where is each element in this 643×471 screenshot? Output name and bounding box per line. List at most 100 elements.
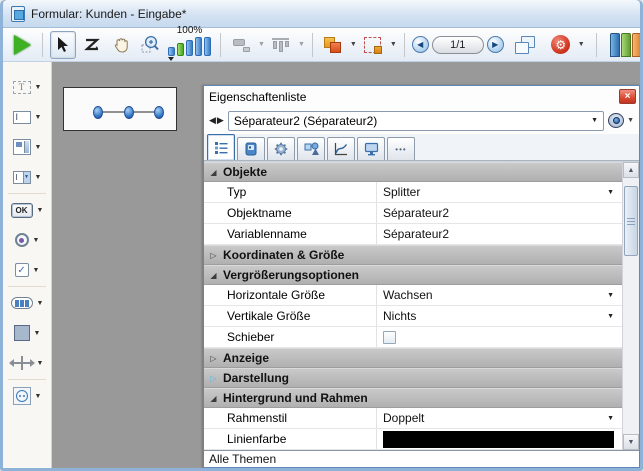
dropdown-arrow-icon[interactable]: ▼: [33, 267, 40, 274]
align-objects-button[interactable]: [228, 31, 254, 59]
selected-object-label: Séparateur2 (Séparateur2): [234, 114, 591, 128]
palette-combobox-tool[interactable]: I▼▼: [3, 162, 51, 192]
dropdown-arrow-icon[interactable]: ▼: [33, 237, 40, 244]
align-dropdown-arrow-icon[interactable]: ▼: [258, 41, 265, 48]
tab-properties-list[interactable]: [207, 134, 235, 160]
palette-checkbox-tool[interactable]: ✓▼: [3, 255, 51, 285]
title-bar[interactable]: Formular: Kunden - Eingabe*: [3, 0, 640, 28]
theme-filter-label: Alle Themen: [209, 452, 276, 466]
selection-handle[interactable]: [124, 106, 134, 119]
run-form-button[interactable]: [9, 31, 35, 59]
group-header[interactable]: ▷Darstellung: [204, 368, 622, 388]
palette-splitter-tool[interactable]: ▼: [3, 348, 51, 378]
dropdown-arrow-icon[interactable]: ▼: [35, 114, 42, 121]
palette-custom-control-tool[interactable]: ▼: [3, 381, 51, 411]
next-object-icon[interactable]: ▶: [217, 115, 224, 126]
scroll-up-icon[interactable]: ▲: [623, 162, 639, 178]
color-swatch[interactable]: [383, 431, 614, 448]
dropdown-arrow-icon[interactable]: ▼: [607, 313, 614, 320]
distribute-objects-button[interactable]: [268, 31, 294, 59]
property-row: Horizontale GrößeWachsen▼: [204, 285, 622, 306]
property-label: Horizontale Größe: [204, 285, 376, 305]
tab-settings[interactable]: [267, 137, 295, 160]
dropdown-arrow-icon[interactable]: ▼: [34, 330, 41, 337]
zoom-tool-button[interactable]: [137, 31, 163, 59]
palette-textfield-tool[interactable]: I▼: [3, 102, 51, 132]
palette-label-tool[interactable]: T▼: [3, 72, 51, 102]
tab-chart[interactable]: [327, 137, 355, 160]
dropdown-arrow-icon[interactable]: ▼: [607, 189, 614, 196]
page-indicator[interactable]: 1/1: [432, 36, 484, 54]
group-header[interactable]: ◢Hintergrund und Rahmen: [204, 388, 622, 408]
panel-title-bar[interactable]: Eigenschaftenliste ×: [204, 86, 639, 107]
group-header[interactable]: ▷Anzeige: [204, 348, 622, 368]
previous-page-button[interactable]: ◀: [412, 36, 429, 53]
dropdown-arrow-icon[interactable]: ▼: [607, 415, 614, 422]
previous-object-icon[interactable]: ◀: [209, 115, 216, 126]
panel-scrollbar[interactable]: ▲ ▼: [622, 162, 639, 450]
dropdown-arrow-icon[interactable]: ▼: [37, 360, 44, 367]
panel-footer: Alle Themen: [204, 450, 639, 467]
property-value[interactable]: Séparateur2: [376, 203, 622, 223]
pan-tool-button[interactable]: [108, 31, 134, 59]
selection-handle[interactable]: [93, 106, 103, 119]
right-arrow-icon: ▶: [492, 41, 498, 49]
tab-more[interactable]: •••: [387, 137, 415, 160]
dropdown-arrow-icon[interactable]: ▼: [35, 174, 42, 181]
selection-handle[interactable]: [154, 106, 164, 119]
selection-dropdown-arrow-icon[interactable]: ▼: [390, 41, 397, 48]
object-selector-combobox[interactable]: Séparateur2 (Séparateur2) ▼: [228, 111, 604, 131]
arrange-dropdown-arrow-icon[interactable]: ▼: [350, 41, 357, 48]
property-value[interactable]: Splitter▼: [376, 182, 622, 202]
property-value[interactable]: Wachsen▼: [376, 285, 622, 305]
dropdown-arrow-icon[interactable]: ▼: [35, 84, 42, 91]
selection-mode-button[interactable]: [360, 31, 386, 59]
library-button[interactable]: [610, 33, 642, 57]
property-value[interactable]: [376, 327, 622, 347]
group-header[interactable]: ▷Koordinaten & Größe: [204, 245, 622, 265]
group-header[interactable]: ◢Vergrößerungsoptionen: [204, 265, 622, 285]
tab-data[interactable]: [237, 137, 265, 160]
palette-listbox-tool[interactable]: ▼: [3, 132, 51, 162]
palette-radiobutton-tool[interactable]: ▼: [3, 225, 51, 255]
dropdown-arrow-icon[interactable]: ▼: [37, 300, 44, 307]
eye-dropdown-arrow-icon[interactable]: ▼: [627, 117, 634, 124]
next-page-button[interactable]: ▶: [487, 36, 504, 53]
form-design-surface[interactable]: [63, 87, 177, 131]
pages-overview-button[interactable]: [513, 31, 539, 59]
gear-icon: ⚙: [551, 35, 570, 54]
palette-panel-tool[interactable]: ▼: [3, 318, 51, 348]
checkbox[interactable]: [383, 331, 396, 344]
distribute-dropdown-arrow-icon[interactable]: ▼: [298, 41, 305, 48]
property-value[interactable]: Nichts▼: [376, 306, 622, 326]
dropdown-arrow-icon[interactable]: ▼: [35, 393, 42, 400]
palette-progressbar-tool[interactable]: ▼: [3, 288, 51, 318]
property-value[interactable]: [376, 429, 622, 449]
select-tool-button[interactable]: [50, 31, 76, 59]
tab-order-tool-button[interactable]: [79, 31, 105, 59]
close-icon[interactable]: ×: [619, 89, 636, 104]
scroll-down-icon[interactable]: ▼: [623, 434, 639, 450]
palette-button-tool[interactable]: OK▼: [3, 195, 51, 225]
toolbar-separator: [404, 33, 405, 57]
arrange-order-button[interactable]: [320, 31, 346, 59]
group-header[interactable]: ◢Objekte: [204, 162, 622, 182]
tab-display[interactable]: [357, 137, 385, 160]
scrollbar-thumb[interactable]: [624, 186, 638, 256]
group-label: Objekte: [223, 165, 267, 179]
shapes-icon: [304, 142, 319, 156]
settings-dropdown-arrow-icon[interactable]: ▼: [578, 41, 585, 48]
dropdown-arrow-icon[interactable]: ▼: [35, 144, 42, 151]
zoom-pointer-icon: [168, 57, 174, 61]
palette-separator: [8, 379, 46, 380]
settings-button[interactable]: ⚙: [548, 31, 574, 59]
property-value[interactable]: Doppelt▼: [376, 408, 622, 428]
visibility-eye-icon[interactable]: [608, 113, 624, 128]
dropdown-arrow-icon[interactable]: ▼: [607, 292, 614, 299]
zoom-level-control[interactable]: 100%: [166, 29, 213, 61]
label-tool-icon: T: [13, 81, 31, 94]
tab-objects[interactable]: [297, 137, 325, 160]
play-icon: [14, 35, 31, 55]
property-value[interactable]: Séparateur2: [376, 224, 622, 244]
dropdown-arrow-icon[interactable]: ▼: [37, 207, 44, 214]
